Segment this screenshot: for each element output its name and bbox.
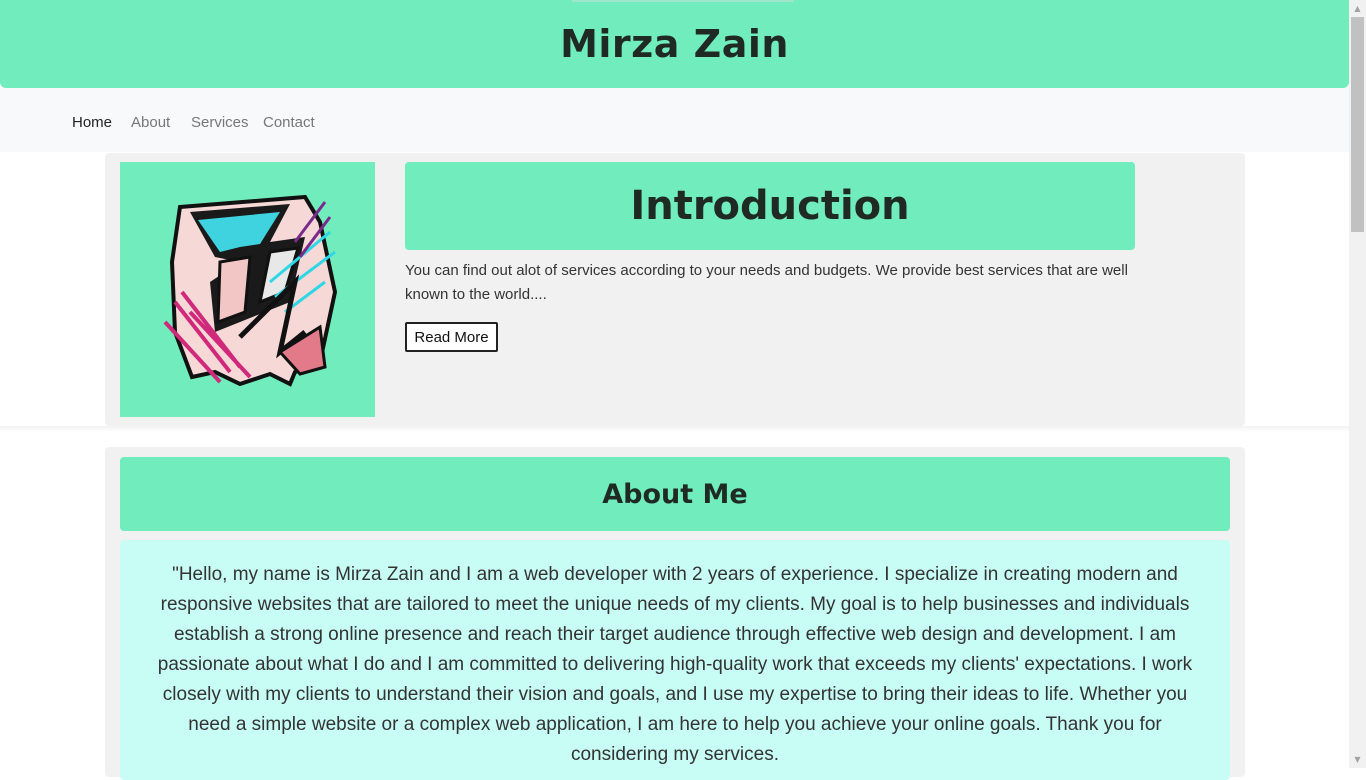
site-title: Mirza Zain: [560, 22, 789, 66]
site-header: Mirza Zain: [0, 0, 1349, 88]
about-banner: About Me: [120, 457, 1230, 531]
read-more-button[interactable]: Read More: [405, 322, 498, 352]
about-text: "Hello, my name is Mirza Zain and I am a…: [157, 564, 1193, 765]
navbar: Home About Services Contact: [0, 88, 1349, 152]
intro-image: [120, 162, 375, 417]
nav-link-contact[interactable]: Contact: [263, 114, 315, 131]
nav-link-services[interactable]: Services: [191, 114, 249, 131]
intro-text: You can find out alot of services accord…: [405, 262, 1128, 303]
intro-banner: Introduction: [405, 162, 1135, 250]
intro-title: Introduction: [630, 183, 910, 229]
nav-link-home[interactable]: Home: [72, 114, 112, 131]
nav-link-about[interactable]: About: [131, 114, 170, 131]
vertical-scrollbar[interactable]: ▲ ▼: [1349, 0, 1366, 768]
abstract-logo-icon: [163, 194, 338, 387]
about-title: About Me: [602, 478, 748, 510]
scrollbar-thumb[interactable]: [1351, 17, 1364, 232]
scroll-up-icon[interactable]: ▲: [1349, 0, 1366, 17]
about-body: "Hello, my name is Mirza Zain and I am a…: [120, 540, 1230, 780]
section-divider: [0, 426, 1349, 432]
scroll-down-icon[interactable]: ▼: [1349, 751, 1366, 768]
